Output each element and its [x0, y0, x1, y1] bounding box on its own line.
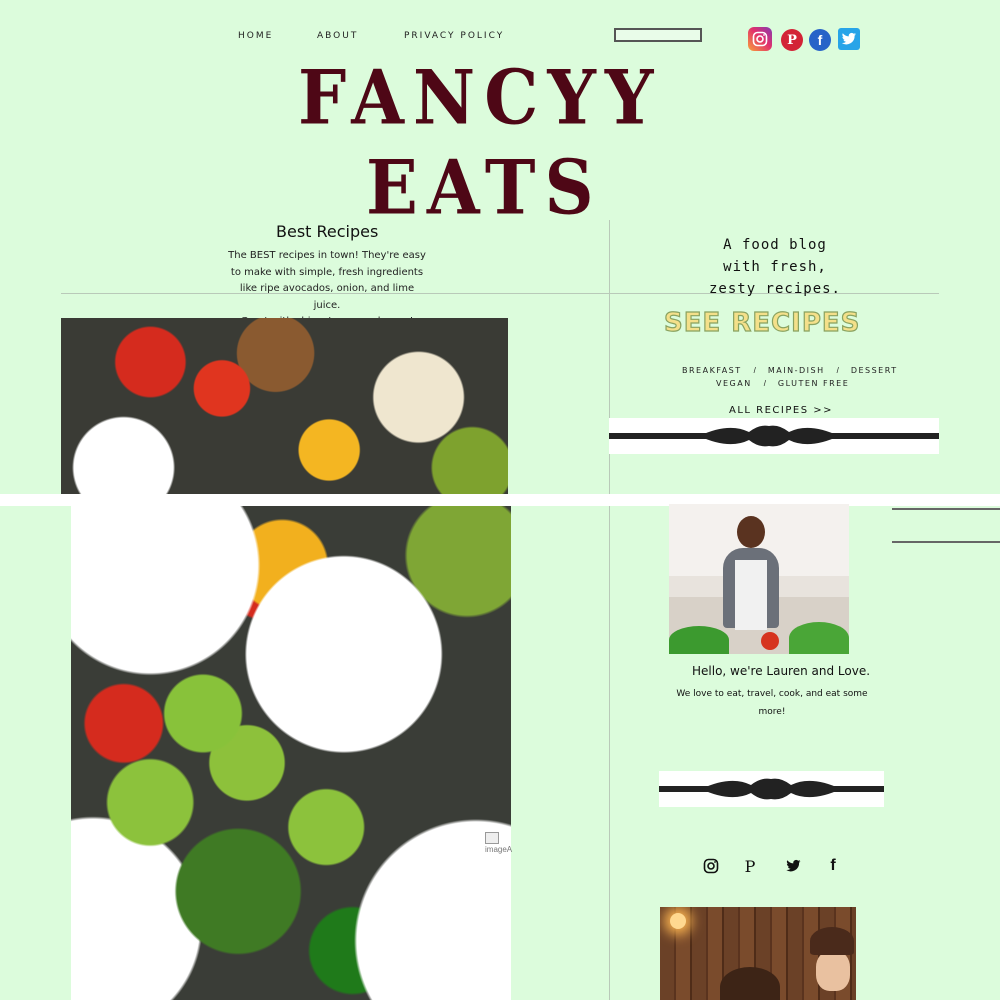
- intro-line: to make with simple, fresh ingredients: [230, 266, 424, 278]
- vegetables-photo-top: [61, 318, 508, 494]
- facebook-icon[interactable]: f: [809, 29, 831, 51]
- category-vegan-link[interactable]: VEGAN: [716, 379, 752, 388]
- author-bio: We love to eat, travel, cook, and eat so…: [676, 689, 868, 717]
- instagram-icon[interactable]: [701, 856, 721, 876]
- decorative-divider: [609, 418, 939, 454]
- twitter-icon[interactable]: [838, 28, 860, 50]
- intro-line: The BEST recipes in town! They're easy: [228, 250, 426, 261]
- search-input[interactable]: [614, 28, 702, 42]
- brand-title-line1: FANCYY: [298, 54, 663, 142]
- author-photo: [669, 504, 849, 654]
- category-separator: /: [836, 366, 839, 375]
- decorative-line: [892, 541, 1000, 543]
- broken-image: imageA: [485, 832, 512, 854]
- intro-line: like ripe avocados, onion, and lime juic…: [239, 283, 415, 311]
- nav-privacy-policy-link[interactable]: PRIVACY POLICY: [404, 31, 504, 41]
- pinterest-icon[interactable]: P: [740, 856, 760, 876]
- tagline-line: zesty recipes.: [708, 281, 841, 297]
- vegetables-photo-main: [71, 506, 511, 1000]
- author-greeting: Hello, we're Lauren and Love.: [692, 664, 871, 678]
- nav-about-link[interactable]: ABOUT: [317, 31, 358, 41]
- category-row: BREAKFAST / MAIN-DISH / DESSERT: [682, 366, 898, 375]
- pinterest-icon[interactable]: P: [781, 29, 803, 51]
- section-heading: Best Recipes: [276, 222, 379, 241]
- category-gluten-free-link[interactable]: GLUTEN FREE: [778, 379, 849, 388]
- all-recipes-link[interactable]: ALL RECIPES >>: [729, 405, 833, 416]
- decorative-divider: [659, 771, 884, 807]
- kitchen-photo: [660, 907, 856, 1000]
- facebook-icon[interactable]: f: [823, 856, 843, 876]
- nav-home-link[interactable]: HOME: [238, 31, 273, 41]
- category-dessert-link[interactable]: DESSERT: [851, 366, 898, 375]
- tagline-line: with fresh,: [723, 259, 827, 275]
- see-recipes-button[interactable]: SEE RECIPES: [663, 307, 860, 338]
- broken-image-alt: imageA: [485, 845, 513, 854]
- column-divider: [609, 220, 610, 1000]
- twitter-icon[interactable]: [783, 856, 803, 876]
- tagline: A food blog with fresh, zesty recipes.: [702, 234, 848, 300]
- decorative-line: [892, 508, 1000, 510]
- brand-title-line2: EATS: [366, 144, 603, 232]
- category-separator: /: [763, 379, 766, 388]
- category-breakfast-link[interactable]: BREAKFAST: [682, 366, 742, 375]
- category-row: VEGAN / GLUTEN FREE: [716, 379, 849, 388]
- tagline-line: A food blog: [723, 237, 827, 253]
- category-separator: /: [753, 366, 756, 375]
- category-main-dish-link[interactable]: MAIN-DISH: [768, 366, 825, 375]
- broken-image-icon: [485, 832, 499, 844]
- instagram-icon[interactable]: [748, 27, 772, 51]
- section-separator-strip: [0, 494, 1000, 506]
